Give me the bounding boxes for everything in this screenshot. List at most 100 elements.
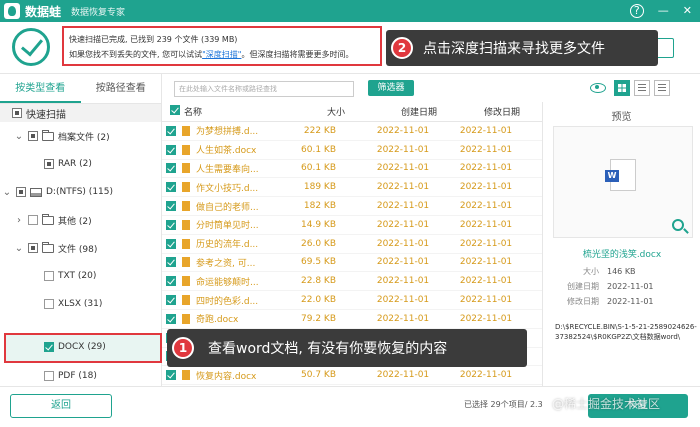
file-modified-date: 2022-11-01 [459,182,513,193]
file-row[interactable]: 人生需要奉向... 60.1 KB 2022-11-01 2022-11-01 [162,160,542,179]
tree-item-checkbox[interactable] [44,371,54,381]
file-row[interactable]: 恢复内容.docx 50.7 KB 2022-11-01 2022-11-01 [162,366,542,386]
chevron-right-icon[interactable]: › [14,215,24,226]
annotation-callout-2: 2 点击深度扫描来寻找更多文件 [386,30,658,66]
column-name[interactable]: 名称 [184,105,296,118]
tree-item-checkbox[interactable] [44,271,54,281]
file-modified-date: 2022-11-01 [459,125,513,136]
file-row[interactable]: 做自己的老师... 182 KB 2022-11-01 2022-11-01 [162,197,542,216]
column-created[interactable]: 创建日期 [376,105,462,118]
row-checkbox[interactable] [166,276,176,287]
file-row[interactable]: 为梦想拼搏.d... 222 KB 2022-11-01 2022-11-01 [162,122,542,141]
help-icon[interactable]: ? [629,4,644,18]
app-subtitle: 数据恢复专家 [71,7,126,18]
file-created-date: 2022-11-01 [376,276,430,287]
row-checkbox[interactable] [166,257,176,268]
word-file-icon [182,370,190,381]
row-checkbox[interactable] [166,295,176,306]
view-controls [590,80,670,96]
file-list-header: 名称 大小 创建日期 修改日期 [162,102,542,122]
annotation-text-1: 查看word文档, 有没有你要恢复的内容 [208,341,448,357]
file-row[interactable]: 人生如茶.docx 60.1 KB 2022-11-01 2022-11-01 [162,141,542,160]
chevron-down-icon[interactable]: ⌄ [14,131,24,142]
file-row[interactable]: 作文小技巧.d... 189 KB 2022-11-01 2022-11-01 [162,178,542,198]
file-row[interactable]: 命运能够颠时... 22.8 KB 2022-11-01 2022-11-01 [162,272,542,292]
file-created-date: 2022-11-01 [376,295,430,306]
tree-item-checkbox[interactable] [28,215,38,225]
file-size: 79.2 KB [301,313,336,324]
row-checkbox[interactable] [166,370,176,381]
word-document-icon [605,159,636,191]
chevron-down-icon[interactable]: ⌄ [2,187,12,198]
word-file-icon [182,295,190,306]
tree-item-other[interactable]: › 其他 (2) [0,210,92,230]
row-checkbox[interactable] [166,125,176,136]
file-modified-date: 2022-11-01 [459,295,513,306]
preview-file-path: D:\$RECYCLE.BIN\S-1-5-21-2589024626-3738… [555,323,697,341]
row-checkbox[interactable] [166,313,176,324]
tree-item-checkbox[interactable] [16,187,26,197]
tree-item-xlsx[interactable]: XLSX (31) [0,294,102,314]
close-icon[interactable]: ✕ [683,2,692,20]
file-size: 69.5 KB [301,257,336,268]
tree-item-checkbox[interactable] [44,299,54,309]
tree-item-documents[interactable]: ⌄ 文件 (98) [0,238,97,258]
file-size: 222 KB [303,125,336,136]
back-button[interactable]: 返回 [10,394,112,418]
tree-item-txt[interactable]: TXT (20) [0,266,96,286]
row-checkbox[interactable] [166,201,176,212]
eye-icon[interactable] [590,83,606,93]
column-size[interactable]: 大小 [296,105,376,118]
annotation-badge-1: 1 [172,337,194,359]
file-size: 22.8 KB [301,276,336,287]
zoom-icon[interactable] [672,219,684,231]
file-modified-date: 2022-11-01 [459,257,513,268]
grid-view-button[interactable] [614,80,630,96]
preview-size-label: 大小 [583,267,599,276]
preview-pane: 预览 梳光坚的浅笑.docx 大小 146 KB 创建日期 2022-11-01 修… [542,102,700,386]
window-controls: ? — ✕ [629,2,692,20]
row-checkbox[interactable] [166,144,176,155]
tree-root-checkbox[interactable] [12,108,22,118]
tree-item-checkbox[interactable] [28,131,38,141]
file-modified-date: 2022-11-01 [459,144,513,155]
row-checkbox[interactable] [166,182,176,193]
chevron-down-icon[interactable]: ⌄ [14,243,24,254]
tree-item-label: D:(NTFS) (115) [46,187,114,197]
file-row[interactable]: 参考之资, 可... 69.5 KB 2022-11-01 2022-11-01 [162,254,542,273]
select-all-checkbox[interactable] [170,105,180,115]
file-row[interactable]: 四时的色彩.d... 22.0 KB 2022-11-01 2022-11-01 [162,291,542,310]
tree-root-quick-scan[interactable]: 快速扫描 [0,104,161,122]
tree-item-drive-d[interactable]: ⌄ D:(NTFS) (115) [0,182,113,202]
scan-result-box: 快速扫描已完成, 已找到 239 个文件 (339 MB) 如果您找不到丢失的文… [62,26,382,66]
column-modified[interactable]: 修改日期 [462,105,542,118]
category-sidebar: 按类型查看 按路径查看 快速扫描 ⌄ 档案文件 (2) RAR (2) ⌄ D:… [0,74,162,386]
file-row[interactable]: 分时筒单见时... 14.9 KB 2022-11-01 2022-11-01 [162,216,542,235]
search-input[interactable]: 在此处输入文件名称或路径查找 [174,81,354,97]
minimize-icon[interactable]: — [658,2,669,20]
deep-scan-link[interactable]: "深度扫描" [202,50,241,59]
tree-item-archives[interactable]: ⌄ 档案文件 (2) [0,126,110,146]
tree-item-pdf[interactable]: PDF (18) [0,366,97,386]
tree-item-docx[interactable]: DOCX (29) [0,337,106,357]
tab-by-type[interactable]: 按类型查看 [0,74,81,103]
tree-item-checkbox[interactable] [44,342,54,352]
list-view-button[interactable] [634,80,650,96]
file-name: 历史的流年.d... [196,240,259,251]
detail-view-button[interactable] [654,80,670,96]
word-file-icon [182,182,190,193]
file-row[interactable]: 奇跑.docx 79.2 KB 2022-11-01 2022-11-01 [162,310,542,329]
tree-item-checkbox[interactable] [44,159,54,169]
row-checkbox[interactable] [166,219,176,230]
recover-button[interactable]: 恢复 [588,394,688,418]
row-checkbox[interactable] [166,238,176,249]
file-created-date: 2022-11-01 [376,182,430,193]
file-name: 分时筒单见时... [196,221,259,232]
tree-item-rar[interactable]: RAR (2) [0,154,92,174]
file-row[interactable]: 历史的流年.d... 26.0 KB 2022-11-01 2022-11-01 [162,235,542,254]
filter-button[interactable]: 筛选器 [368,80,414,96]
row-checkbox[interactable] [166,163,176,174]
tab-by-path[interactable]: 按路径查看 [81,74,162,103]
tree-item-label: 其他 (2) [58,216,92,227]
tree-item-checkbox[interactable] [28,243,38,253]
